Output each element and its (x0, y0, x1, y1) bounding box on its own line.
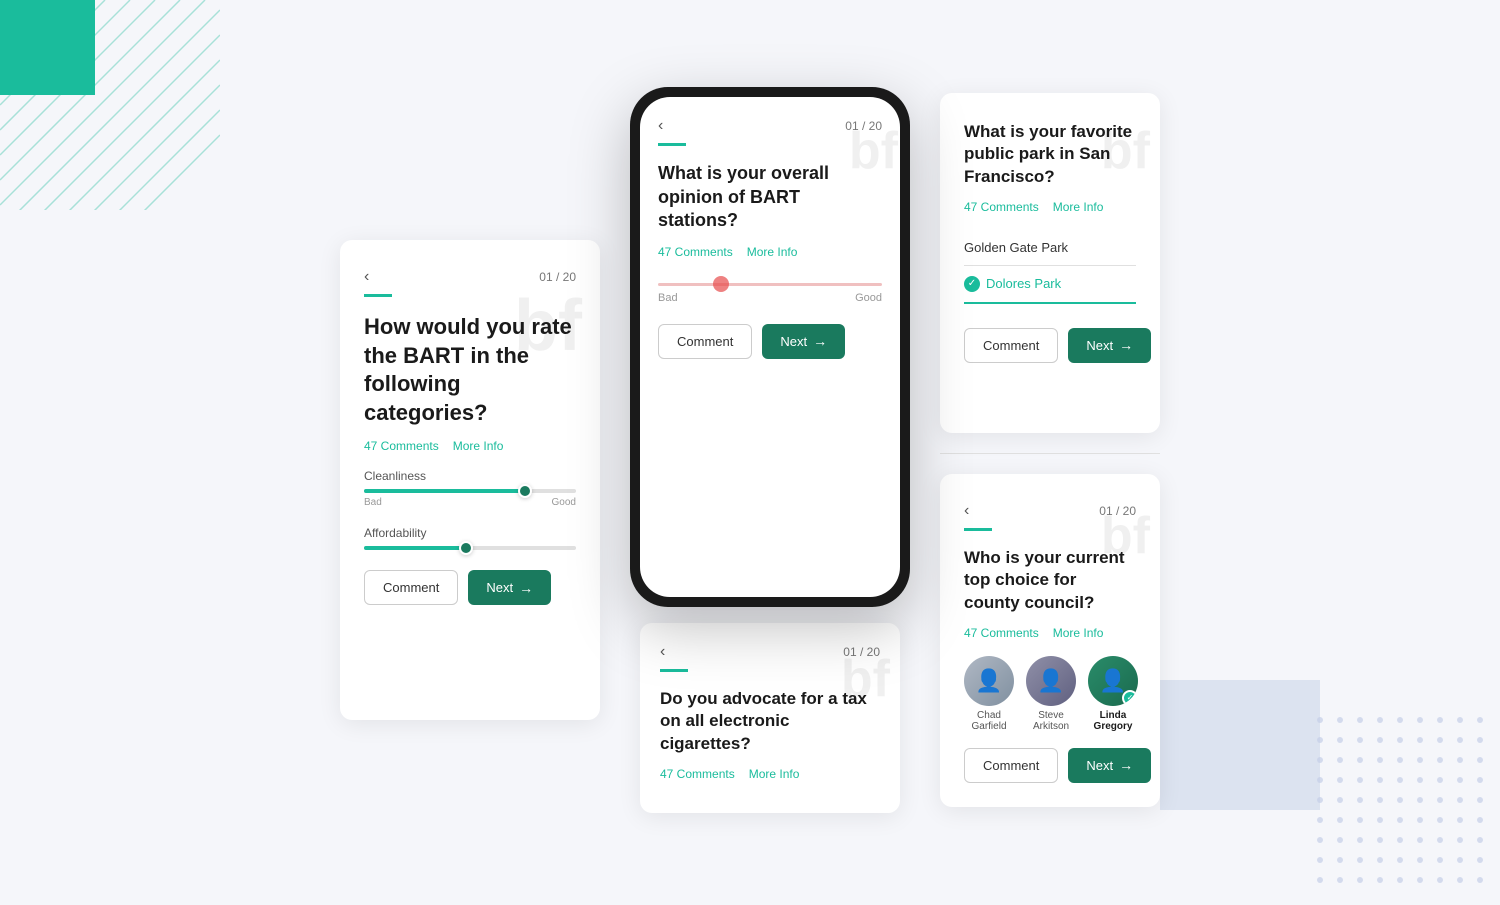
affordability-slider-row: Affordability (364, 526, 576, 550)
cleanliness-fill (364, 489, 525, 493)
comment-button-phone[interactable]: Comment (658, 324, 752, 359)
affordability-thumb[interactable] (459, 541, 473, 555)
next-label-park: Next (1086, 338, 1113, 353)
comment-button-park[interactable]: Comment (964, 328, 1058, 363)
more-info-council[interactable]: More Info (1053, 626, 1104, 640)
name-linda: LindaGregory (1094, 710, 1133, 732)
council-card: ‹ 01 / 20 bf Who is your current top cho… (940, 474, 1160, 806)
cleanliness-good-label: Good (552, 497, 576, 508)
divider (940, 453, 1160, 454)
back-arrow-council[interactable]: ‹ (964, 502, 969, 520)
candidate-chad[interactable]: 👤 ChadGarfield (964, 656, 1014, 732)
avatar-steve: 👤 (1026, 656, 1076, 706)
main-layout: ‹ 01 / 20 bf How would you rate the BART… (0, 0, 1500, 900)
accent-bar-left (364, 294, 392, 297)
meta-bottom: 47 Comments More Info (660, 767, 880, 781)
question-phone: What is your overall opinion of BART sta… (658, 162, 882, 232)
next-button-phone[interactable]: Next → (762, 324, 845, 359)
option-label-golden-gate: Golden Gate Park (964, 240, 1068, 255)
slider-bad-label-phone: Bad (658, 292, 678, 304)
affordability-track[interactable] (364, 546, 576, 550)
cleanliness-slider-row: Cleanliness Bad Good (364, 469, 576, 508)
more-info-left[interactable]: More Info (453, 439, 504, 453)
opinion-slider-labels: Bad Good (658, 292, 882, 304)
question-bottom: Do you advocate for a tax on all electro… (660, 688, 880, 754)
opinion-slider[interactable]: Bad Good (658, 283, 882, 304)
next-label-council: Next (1086, 758, 1113, 773)
more-info-park[interactable]: More Info (1053, 200, 1104, 214)
more-info-phone[interactable]: More Info (747, 245, 798, 259)
card-nav-left: ‹ 01 / 20 (364, 268, 576, 286)
back-arrow-phone[interactable]: ‹ (658, 117, 663, 135)
meta-council: 47 Comments More Info (964, 626, 1136, 640)
comment-button-council[interactable]: Comment (964, 748, 1058, 783)
comments-count-bottom[interactable]: 47 Comments (660, 767, 735, 781)
cleanliness-bad-label: Bad (364, 497, 382, 508)
meta-left: 47 Comments More Info (364, 439, 576, 453)
avatar-linda: 👤 (1088, 656, 1138, 706)
selected-badge-linda (1122, 690, 1138, 706)
question-park: What is your favorite public park in San… (964, 121, 1136, 187)
back-arrow-left[interactable]: ‹ (364, 268, 369, 286)
next-button-park[interactable]: Next → (1068, 328, 1151, 363)
buttons-left: Comment Next → (364, 570, 576, 605)
comment-button-left[interactable]: Comment (364, 570, 458, 605)
accent-bar-council (964, 528, 992, 531)
affordability-label: Affordability (364, 526, 576, 540)
next-label-phone: Next (780, 334, 807, 349)
accent-bar-phone (658, 143, 686, 146)
cleanliness-slider-labels: Bad Good (364, 497, 576, 508)
comments-count-park[interactable]: 47 Comments (964, 200, 1039, 214)
next-arrow-council: → (1119, 757, 1133, 773)
affordability-fill (364, 546, 466, 550)
more-info-bottom[interactable]: More Info (749, 767, 800, 781)
accent-bar-bottom (660, 669, 688, 672)
avatar-face-chad: 👤 (964, 656, 1014, 706)
name-chad: ChadGarfield (971, 710, 1006, 732)
buttons-phone: Comment Next → (658, 324, 882, 359)
comments-count-council[interactable]: 47 Comments (964, 626, 1039, 640)
avatar-face-steve: 👤 (1026, 656, 1076, 706)
cigarettes-card: ‹ 01 / 20 bf Do you advocate for a tax o… (640, 623, 900, 812)
page-num-left: 01 / 20 (539, 270, 576, 284)
right-column: bf What is your favorite public park in … (940, 93, 1160, 806)
candidate-steve[interactable]: 👤 SteveArkitson (1026, 656, 1076, 732)
candidate-linda[interactable]: 👤 LindaGregory (1088, 656, 1138, 732)
cleanliness-thumb[interactable] (518, 484, 532, 498)
phone-frame: ‹ 01 / 20 bf What is your overall opinio… (630, 87, 910, 607)
cleanliness-track[interactable] (364, 489, 576, 493)
next-label-left: Next (486, 580, 513, 595)
avatar-chad: 👤 (964, 656, 1014, 706)
phone-screen: ‹ 01 / 20 bf What is your overall opinio… (640, 97, 900, 597)
buttons-park: Comment Next → (964, 328, 1136, 363)
comments-count-left[interactable]: 47 Comments (364, 439, 439, 453)
bart-categories-card: ‹ 01 / 20 bf How would you rate the BART… (340, 240, 600, 720)
opinion-slider-thumb[interactable] (713, 276, 729, 292)
option-golden-gate[interactable]: Golden Gate Park (964, 230, 1136, 266)
next-button-left[interactable]: Next → (468, 570, 551, 605)
option-dolores-park[interactable]: Dolores Park (964, 266, 1136, 304)
back-arrow-bottom[interactable]: ‹ (660, 643, 665, 661)
meta-phone: 47 Comments More Info (658, 245, 882, 259)
center-column: ‹ 01 / 20 bf What is your overall opinio… (630, 87, 910, 812)
next-arrow-phone: → (813, 333, 827, 349)
slider-good-label-phone: Good (855, 292, 882, 304)
comments-count-phone[interactable]: 47 Comments (658, 245, 733, 259)
opinion-slider-track[interactable] (658, 283, 882, 286)
option-label-dolores: Dolores Park (986, 276, 1061, 291)
candidates-list: 👤 ChadGarfield 👤 SteveArkitson 👤 (964, 656, 1136, 732)
next-arrow-left: → (519, 580, 533, 596)
cleanliness-label: Cleanliness (364, 469, 576, 483)
park-card: bf What is your favorite public park in … (940, 93, 1160, 433)
selected-check-dolores (964, 276, 980, 292)
question-left: How would you rate the BART in the follo… (364, 313, 576, 427)
next-button-council[interactable]: Next → (1068, 748, 1151, 783)
name-steve: SteveArkitson (1033, 710, 1069, 732)
question-council: Who is your current top choice for count… (964, 547, 1136, 613)
next-arrow-park: → (1119, 337, 1133, 353)
buttons-council: Comment Next → (964, 748, 1136, 783)
meta-park: 47 Comments More Info (964, 200, 1136, 214)
